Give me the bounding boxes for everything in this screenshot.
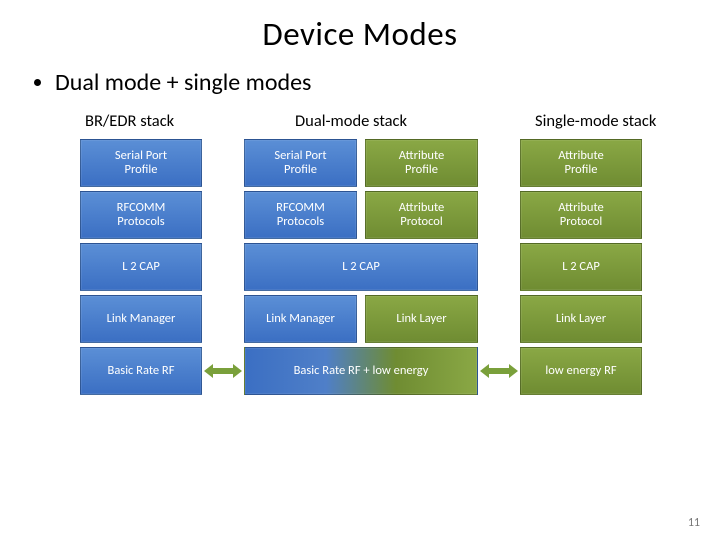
box-l2cap-dual: L 2 CAP — [244, 243, 478, 291]
box-rfcomm-protocols-dual: RFCOMMProtocols — [244, 191, 357, 239]
box-attribute-protocol-dual: AttributeProtocol — [365, 191, 478, 239]
double-arrow-icon — [204, 364, 242, 378]
box-link-manager-bredr: Link Manager — [80, 295, 202, 343]
row-link: Link Manager Link Manager Link Layer Lin… — [80, 295, 655, 343]
bullet-item: Dual mode + single modes — [34, 68, 720, 97]
box-attribute-profile-dual: AttributeProfile — [365, 139, 478, 187]
page-number: 11 — [688, 516, 700, 530]
box-basic-rate-rf: Basic Rate RF — [80, 347, 202, 395]
slide-title: Device Modes — [0, 0, 720, 54]
bullet-text: Dual mode + single modes — [55, 68, 311, 97]
row-profiles: Serial PortProfile Serial PortProfile At… — [80, 139, 655, 187]
label-single-mode-stack: Single-mode stack — [535, 111, 705, 131]
box-attribute-profile: AttributeProfile — [520, 139, 642, 187]
box-l2cap-bredr: L 2 CAP — [80, 243, 202, 291]
bullet-dot-icon — [34, 79, 41, 86]
box-l2cap-single: L 2 CAP — [520, 243, 642, 291]
label-dual-mode-stack: Dual-mode stack — [295, 111, 445, 131]
box-rfcomm-protocols: RFCOMMProtocols — [80, 191, 202, 239]
slide: Device Modes Dual mode + single modes BR… — [0, 0, 720, 540]
box-serial-port-profile-dual: Serial PortProfile — [244, 139, 357, 187]
column-labels: BR/EDR stack Dual-mode stack Single-mode… — [0, 97, 720, 131]
stack-grid: Serial PortProfile Serial PortProfile At… — [80, 139, 655, 395]
box-attribute-protocol: AttributeProtocol — [520, 191, 642, 239]
row-l2cap: L 2 CAP L 2 CAP L 2 CAP — [80, 243, 655, 291]
row-protocols: RFCOMMProtocols RFCOMMProtocols Attribut… — [80, 191, 655, 239]
row-rf: Basic Rate RF Basic Rate RF + low energy… — [80, 347, 655, 395]
box-link-layer-dual: Link Layer — [365, 295, 478, 343]
bullet-list: Dual mode + single modes — [0, 54, 720, 97]
double-arrow-icon — [480, 364, 518, 378]
box-link-layer-single: Link Layer — [520, 295, 642, 343]
box-serial-port-profile: Serial PortProfile — [80, 139, 202, 187]
box-link-manager-dual: Link Manager — [244, 295, 357, 343]
label-bredr-stack: BR/EDR stack — [85, 111, 235, 131]
box-low-energy-rf: low energy RF — [520, 347, 642, 395]
box-basic-rate-rf-low-energy: Basic Rate RF + low energy — [244, 347, 478, 395]
